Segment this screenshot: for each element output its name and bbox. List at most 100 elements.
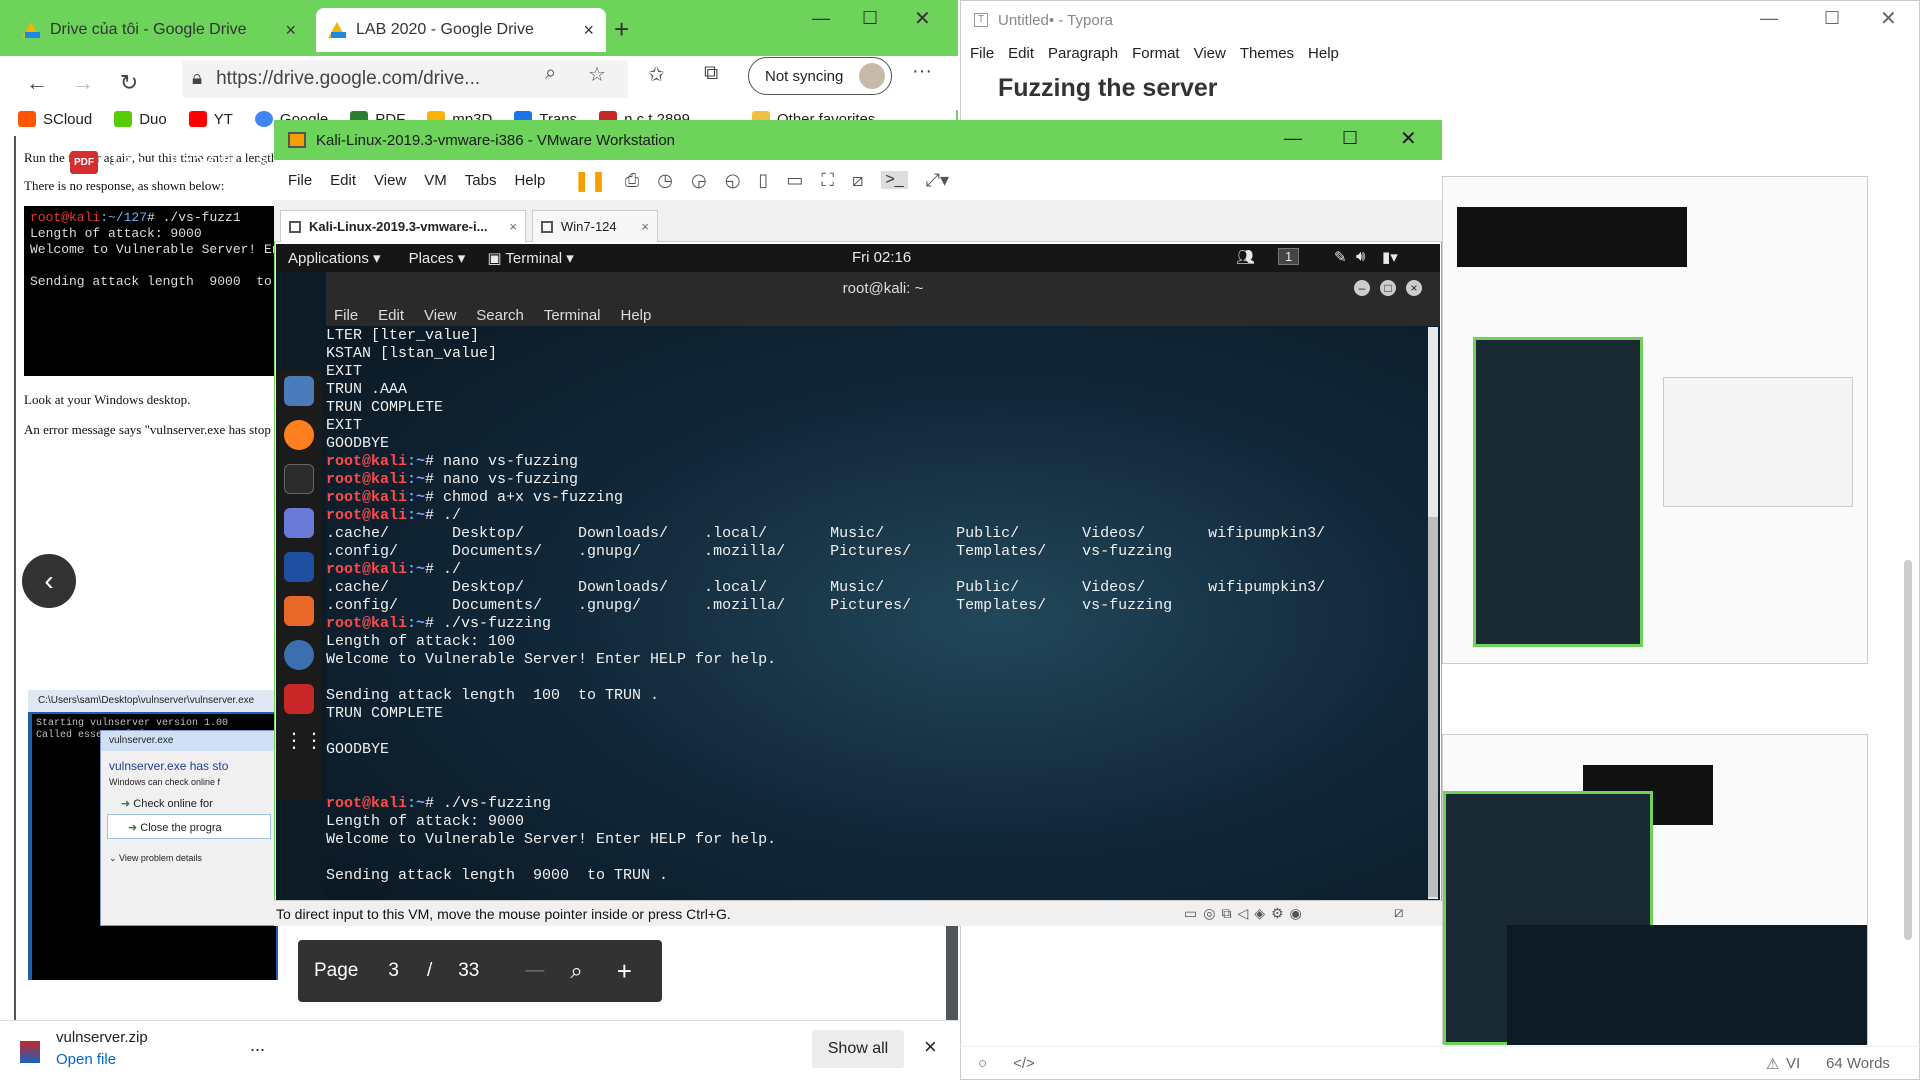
zoom-icon[interactable]: ⌕ <box>545 62 556 85</box>
close-window-icon[interactable]: ✕ <box>1880 6 1897 31</box>
people-icon[interactable]: 👥︎ <box>1236 248 1255 266</box>
back-arrow-icon[interactable]: ← <box>30 147 56 178</box>
stretch-icon[interactable]: ⤢▾ <box>926 170 949 191</box>
menu-format[interactable]: Format <box>1132 45 1180 62</box>
menu-edit[interactable]: Edit <box>1008 45 1034 62</box>
snapshot-icon[interactable]: ◷ <box>657 170 673 191</box>
menu-terminal[interactable]: Terminal <box>544 307 601 324</box>
eye-icon[interactable] <box>284 640 314 670</box>
zoom-out-button[interactable]: — <box>525 960 544 982</box>
cherrytree-icon[interactable] <box>284 684 314 714</box>
menu-view[interactable]: View <box>1194 45 1226 62</box>
show-apps-icon[interactable]: ⋮⋮⋮ <box>284 728 344 758</box>
previous-page-button[interactable]: ‹ <box>22 554 76 608</box>
close-tab-icon[interactable]: × <box>509 219 517 234</box>
page-current[interactable]: 3 <box>388 960 399 982</box>
firefox-icon[interactable] <box>284 420 314 450</box>
unity-icon[interactable]: ⧄ <box>852 170 863 191</box>
back-arrow-icon[interactable]: ← <box>14 70 60 96</box>
menu-help[interactable]: Help <box>1308 45 1339 62</box>
menu-file[interactable]: File <box>970 45 994 62</box>
revert-snapshot-icon[interactable]: ◶ <box>691 170 707 191</box>
places-menu[interactable]: Places ▾ <box>409 249 466 267</box>
scrollbar-thumb[interactable] <box>1428 517 1438 897</box>
tab-kali[interactable]: Kali-Linux-2019.3-vmware-i... × <box>280 210 526 242</box>
menu-help[interactable]: Help <box>514 172 545 189</box>
battery-icon[interactable]: ▮▾ <box>1382 248 1398 266</box>
menu-help[interactable]: Help <box>621 307 652 324</box>
maximize-icon[interactable]: ☐ <box>1824 8 1840 29</box>
close-tab-icon[interactable]: × <box>583 20 594 41</box>
tab-win7[interactable]: Win7-124 × <box>532 210 658 242</box>
close-download-bar-icon[interactable]: × <box>924 1034 937 1060</box>
thumbnail-view-icon[interactable]: ▭ <box>786 170 803 191</box>
zoom-icon[interactable]: ⌕ <box>570 958 582 984</box>
favorite-star-icon[interactable]: ☆ <box>588 62 606 87</box>
metasploit-icon[interactable] <box>284 552 314 582</box>
open-file-link[interactable]: Open file <box>56 1051 116 1068</box>
pen-icon[interactable]: ✎ <box>1334 248 1347 266</box>
fav-yt[interactable]: YT <box>188 111 233 128</box>
show-all-button[interactable]: Show all <box>812 1030 904 1068</box>
forward-arrow-icon[interactable]: → <box>60 70 106 96</box>
view-details-link[interactable]: ⌄ View problem details <box>101 839 277 878</box>
menu-view[interactable]: View <box>374 172 406 189</box>
minimize-icon[interactable]: — <box>1760 8 1778 29</box>
check-online-option[interactable]: ➜ Check online for <box>101 789 277 814</box>
source-code-icon[interactable]: </> <box>1013 1055 1035 1072</box>
device-icons[interactable]: ▭◎⧉◁◈⚙◉ <box>1184 905 1308 922</box>
favorites-icon[interactable]: ✩ <box>648 62 665 87</box>
burpsuite-icon[interactable] <box>284 596 314 626</box>
fullscreen-icon[interactable]: ⧄ <box>1394 904 1404 921</box>
minimize-icon[interactable]: – <box>1354 280 1370 296</box>
library-view-icon[interactable]: ▯ <box>758 170 768 191</box>
menu-edit[interactable]: Edit <box>330 172 356 189</box>
applications-menu[interactable]: Applications ▾ <box>288 249 381 267</box>
close-icon[interactable]: × <box>1406 280 1422 296</box>
close-program-option[interactable]: ➜ Close the progra <box>107 814 271 839</box>
console-view-icon[interactable]: >_ <box>881 171 908 189</box>
terminal-app-menu[interactable]: ▣ Terminal ▾ <box>487 249 573 267</box>
menu-search[interactable]: Search <box>476 307 524 324</box>
tab-lab-2020[interactable]: LAB 2020 - Google Drive × <box>316 8 606 52</box>
notes-icon[interactable] <box>284 508 314 538</box>
download-more-icon[interactable]: ... <box>250 1035 265 1056</box>
close-tab-icon[interactable]: × <box>285 20 296 41</box>
maximize-icon[interactable]: ☐ <box>1342 128 1358 149</box>
typora-scrollbar[interactable] <box>1904 560 1912 940</box>
fullscreen-icon[interactable]: ⛶ <box>821 170 834 191</box>
fav-duo[interactable]: Duo <box>114 111 167 128</box>
minimize-icon[interactable]: — <box>812 8 830 29</box>
tab-drive-cua-toi[interactable]: Drive của tôi - Google Drive × <box>10 8 308 52</box>
more-icon[interactable]: ··· <box>912 60 932 83</box>
terminal-output[interactable]: LTER [lter_value] KSTAN [lstan_value] EXIT… <box>326 327 1426 899</box>
terminal-icon[interactable] <box>284 464 314 494</box>
fav-scloud[interactable]: SCloud <box>18 111 92 128</box>
pasted-image[interactable] <box>1442 176 1868 664</box>
minimize-icon[interactable]: — <box>1284 128 1302 149</box>
word-count[interactable]: 64 Words <box>1826 1055 1890 1072</box>
maximize-icon[interactable]: ☐ <box>862 8 878 29</box>
collections-icon[interactable]: ⧉ <box>704 62 718 85</box>
address-bar[interactable]: 🔒︎ https://drive.google.com/drive... <box>182 60 628 98</box>
snapshot-manager-icon[interactable]: ◵ <box>725 170 741 191</box>
zoom-in-button[interactable]: + <box>617 956 632 987</box>
pause-icon[interactable]: ❚❚ <box>573 168 607 193</box>
close-window-icon[interactable]: ✕ <box>1400 126 1417 151</box>
send-ctrl-alt-del-icon[interactable]: ⎙ <box>625 170 639 191</box>
maximize-icon[interactable]: □ <box>1380 280 1396 296</box>
menu-view[interactable]: View <box>424 307 456 324</box>
menu-tabs[interactable]: Tabs <box>465 172 497 189</box>
close-window-icon[interactable]: ✕ <box>914 6 931 31</box>
menu-file[interactable]: File <box>334 307 358 324</box>
close-tab-icon[interactable]: × <box>641 219 649 234</box>
workspace-indicator[interactable]: 1 <box>1278 248 1300 265</box>
menu-vm[interactable]: VM <box>424 172 447 189</box>
files-icon[interactable] <box>284 376 314 406</box>
new-tab-button[interactable]: + <box>614 14 629 45</box>
volume-icon[interactable]: 🔊︎ <box>1356 248 1365 265</box>
outline-circle-icon[interactable]: ○ <box>978 1055 987 1072</box>
menu-paragraph[interactable]: Paragraph <box>1048 45 1118 62</box>
pasted-image[interactable] <box>1442 734 1868 1045</box>
menu-themes[interactable]: Themes <box>1240 45 1294 62</box>
